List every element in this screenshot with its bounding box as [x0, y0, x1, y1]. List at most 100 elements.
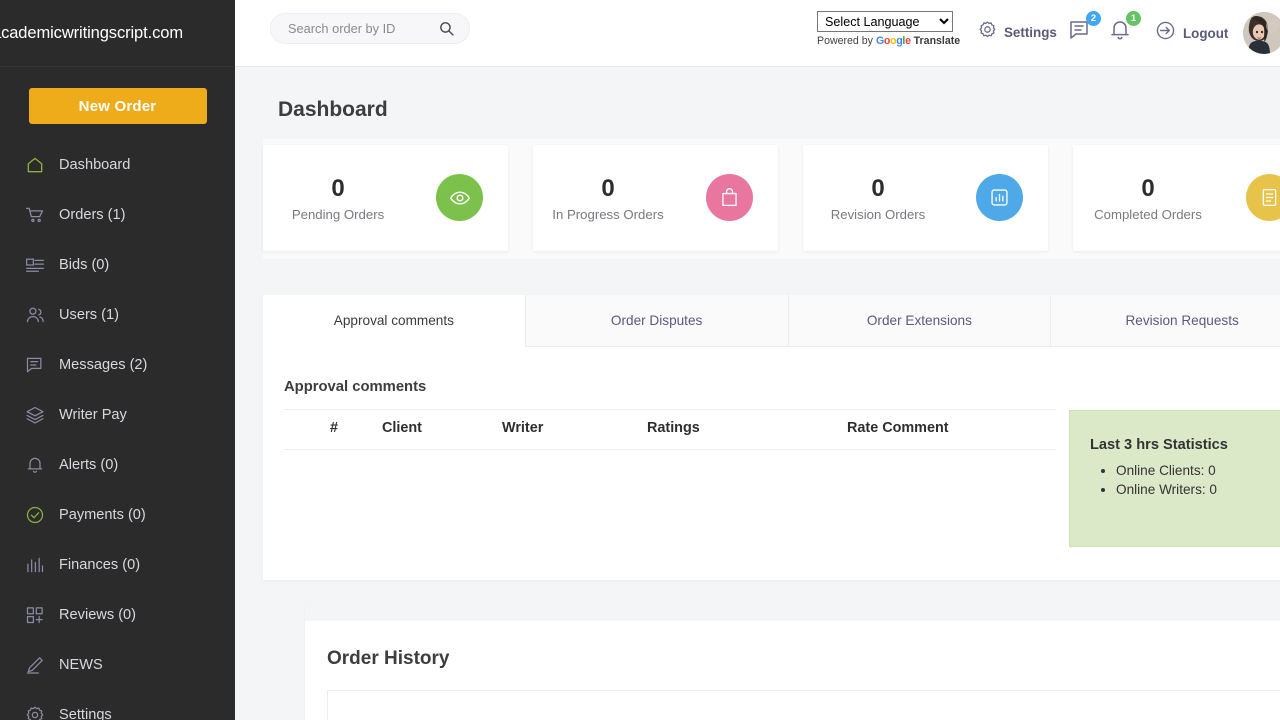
bell-icon: [24, 454, 46, 476]
stat-label: Revision Orders: [830, 207, 926, 222]
header-settings-button[interactable]: Settings: [978, 20, 1057, 44]
tab-revision-requests[interactable]: Revision Requests: [1051, 295, 1280, 346]
sidebar-item-reviews[interactable]: Reviews (0): [0, 590, 235, 640]
bag-icon: [706, 174, 753, 221]
sidebar-item-finances[interactable]: Finances (0): [0, 540, 235, 590]
sidebar-item-payments[interactable]: Payments (0): [0, 490, 235, 540]
search-input[interactable]: [271, 21, 411, 36]
sidebar-item-label: Dashboard: [59, 157, 131, 173]
settings-label: Settings: [1004, 24, 1057, 40]
eye-icon: [436, 174, 483, 221]
sidebar-item-label: Writer Pay: [59, 407, 127, 423]
doc-icon: [1246, 174, 1280, 221]
search-box[interactable]: [270, 13, 470, 44]
stat-value: 0: [1141, 175, 1155, 202]
column-header-ratings: Ratings: [647, 409, 847, 450]
order-history-table-container: [327, 690, 1280, 720]
header-messages-button[interactable]: 2: [1068, 11, 1101, 47]
approval-comments-table: # Client Writer Ratings Rate Comment: [284, 409, 1056, 450]
bar-chart-icon: [24, 554, 46, 576]
check-circle-icon: [24, 504, 46, 526]
sidebar-item-bids[interactable]: Bids (0): [0, 240, 235, 290]
sidebar-item-label: Reviews (0): [59, 607, 137, 623]
sidebar-nav: Dashboard Orders (1) Bids (0) Users (1): [0, 140, 235, 720]
sidebar-item-settings[interactable]: Settings: [0, 690, 235, 720]
alerts-badge: 1: [1126, 11, 1141, 26]
language-select[interactable]: Select Language: [817, 11, 953, 32]
brand-title: academicwritingscript.com: [0, 23, 183, 42]
sidebar-item-messages[interactable]: Messages (2): [0, 340, 235, 390]
powered-by-text: Powered by: [817, 35, 873, 47]
header-logout-button[interactable]: Logout: [1155, 20, 1228, 46]
sidebar-item-label: Orders (1): [59, 207, 126, 223]
tab-panel-approval-comments: Approval comments # Client Writer Rating…: [263, 347, 1280, 580]
sidebar-item-orders[interactable]: Orders (1): [0, 190, 235, 240]
stat-cards-strip: 0 Pending Orders 0 In Progress Orders 0 …: [263, 139, 1280, 259]
tab-order-extensions[interactable]: Order Extensions: [788, 295, 1052, 346]
stat-card-pending-orders[interactable]: 0 Pending Orders: [263, 145, 508, 251]
sidebar-item-label: Messages (2): [59, 357, 148, 373]
sidebar-item-users[interactable]: Users (1): [0, 290, 235, 340]
main-content: Dashboard 0 Pending Orders 0 In Progress…: [235, 67, 1280, 720]
sidebar-item-alerts[interactable]: Alerts (0): [0, 440, 235, 490]
stat-value: 0: [601, 175, 615, 202]
sidebar: academicwritingscript.com New Order Dash…: [0, 0, 235, 720]
stat-label: In Progress Orders: [552, 207, 664, 222]
statistics-item-online-writers: Online Writers: 0: [1116, 480, 1280, 499]
grid-plus-icon: [24, 604, 46, 626]
sidebar-item-label: Bids (0): [59, 257, 110, 273]
column-header-number: #: [284, 409, 382, 450]
tab-order-disputes[interactable]: Order Disputes: [525, 295, 789, 346]
message-icon: [24, 354, 46, 376]
logout-icon: [1155, 20, 1176, 46]
statistics-item-online-clients: Online Clients: 0: [1116, 461, 1280, 480]
cart-icon: [24, 204, 46, 226]
stat-label: Completed Orders: [1094, 207, 1202, 222]
gear-icon: [978, 20, 997, 44]
sidebar-item-label: Payments (0): [59, 507, 146, 523]
column-header-writer: Writer: [502, 409, 647, 450]
google-translate-widget: Select Language Powered by Google Transl…: [817, 11, 967, 47]
gear-icon: [24, 704, 46, 720]
stat-card-in-progress-orders[interactable]: 0 In Progress Orders: [533, 145, 778, 251]
sidebar-item-label: Settings: [59, 707, 112, 720]
avatar[interactable]: [1243, 12, 1280, 54]
google-logo: Google: [875, 35, 911, 47]
tab-bar: Approval comments Order Disputes Order E…: [263, 295, 1280, 347]
powered-by-label: Powered by Google Translate: [817, 35, 967, 47]
pencil-icon: [24, 654, 46, 676]
statistics-list: Online Clients: 0 Online Writers: 0: [1116, 461, 1280, 499]
order-history-panel: Order History: [305, 605, 1280, 720]
search-icon[interactable]: [438, 20, 455, 37]
page-title: Dashboard: [278, 98, 388, 121]
stat-value: 0: [331, 175, 345, 202]
tabs-panel: Approval comments Order Disputes Order E…: [263, 295, 1280, 580]
sidebar-item-writer-pay[interactable]: Writer Pay: [0, 390, 235, 440]
sidebar-item-label: Users (1): [59, 307, 119, 323]
message-icon: 2: [1068, 11, 1101, 47]
sidebar-item-label: Finances (0): [59, 557, 141, 573]
tab-approval-comments[interactable]: Approval comments: [263, 295, 526, 347]
logout-label: Logout: [1183, 25, 1229, 41]
users-icon: [24, 304, 46, 326]
sidebar-item-news[interactable]: NEWS: [0, 640, 235, 690]
approval-comments-heading: Approval comments: [284, 379, 427, 395]
bell-icon: 1: [1108, 11, 1141, 47]
stat-card-completed-orders[interactable]: 0 Completed Orders: [1073, 145, 1280, 251]
translate-text: Translate: [913, 35, 961, 47]
layers-icon: [24, 404, 46, 426]
new-order-button[interactable]: New Order: [28, 88, 207, 124]
stat-card-revision-orders[interactable]: 0 Revision Orders: [803, 145, 1048, 251]
stat-value: 0: [871, 175, 885, 202]
header-alerts-button[interactable]: 1: [1108, 11, 1141, 47]
column-header-client: Client: [382, 409, 502, 450]
brand-header[interactable]: academicwritingscript.com: [0, 0, 235, 67]
table-header-row: # Client Writer Ratings Rate Comment: [284, 409, 1056, 450]
home-icon: [24, 154, 46, 176]
bids-icon: [24, 254, 46, 276]
sidebar-item-label: Alerts (0): [59, 457, 119, 473]
order-history-title: Order History: [327, 648, 450, 669]
column-header-rate-comment: Rate Comment: [847, 409, 1056, 450]
stat-label: Pending Orders: [291, 207, 385, 222]
sidebar-item-dashboard[interactable]: Dashboard: [0, 140, 235, 190]
